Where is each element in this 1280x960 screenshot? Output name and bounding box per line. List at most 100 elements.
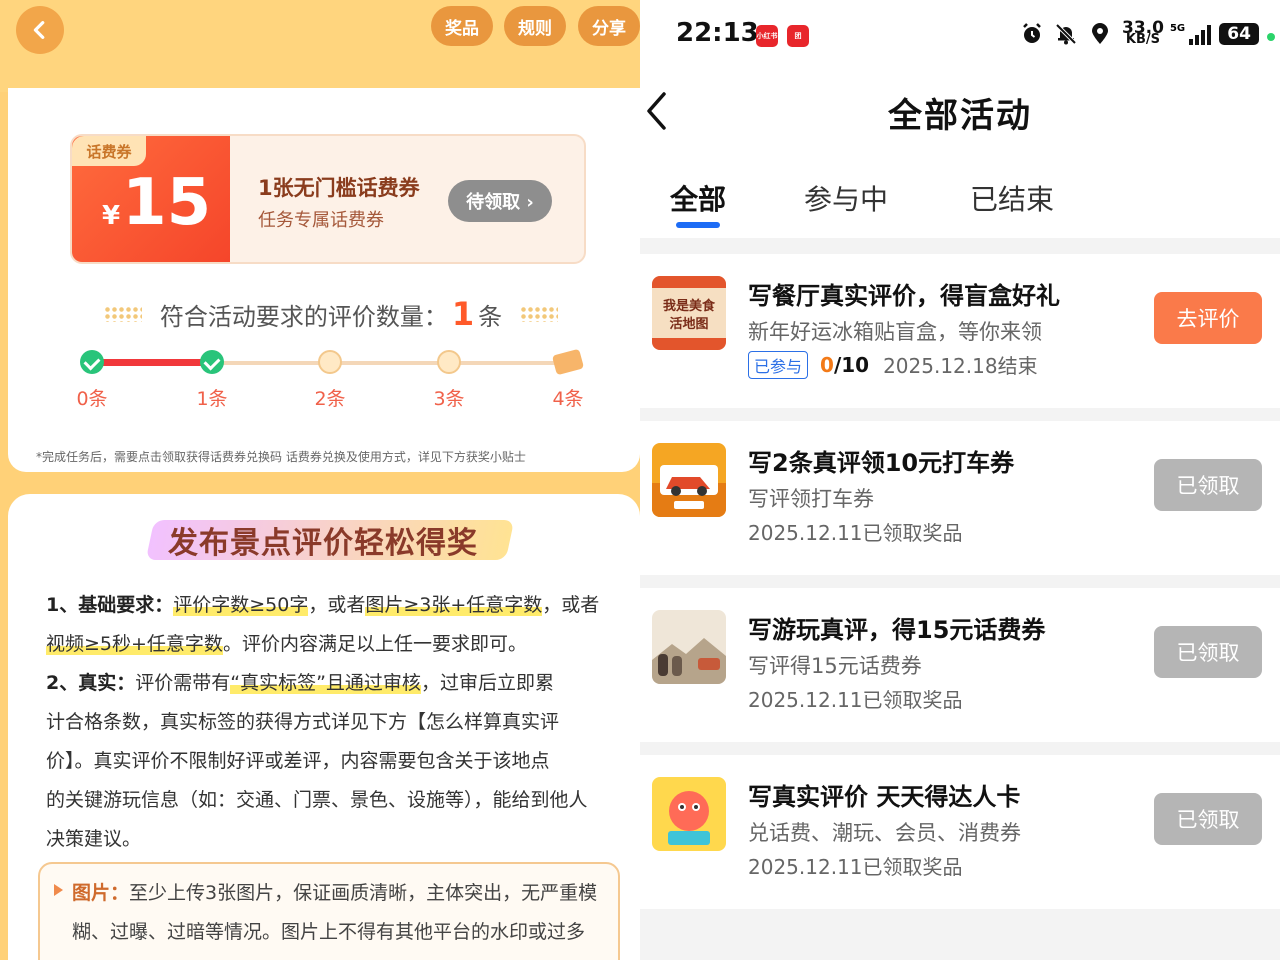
claim-coupon-button[interactable]: 待领取 › <box>448 180 552 222</box>
svg-text:我是美食: 我是美食 <box>663 298 716 314</box>
taxi-car-image <box>652 443 726 517</box>
activity-meta: 2025.12.11已领取奖品 <box>748 851 963 880</box>
coupon-tag: 话费券 <box>72 136 146 166</box>
rules-text: 1、基础要求：评价字数≥50字，或者图片≥3张+任意字数，或者 视频≥5秒+任意… <box>46 586 610 859</box>
coupon-amount: ¥ 15 <box>102 168 211 238</box>
activity-date: 2025.12.11已领取奖品 <box>748 521 963 545</box>
progress-node-0 <box>80 350 104 374</box>
battery-icon: 64 <box>1219 23 1260 45</box>
claimed-button[interactable]: 已领取 <box>1154 793 1262 845</box>
tip-line-1-text: 至少上传3张图片，保证画质清晰，主体突出，无严重模 <box>129 882 598 904</box>
status-bar: 22:13 小红书 团 33.0 KB/S 5G 64 <box>640 0 1280 72</box>
back-button[interactable] <box>16 6 64 54</box>
currency-symbol: ¥ <box>102 201 121 231</box>
progress-label-1: 1条 <box>196 388 228 410</box>
svg-text:活地图: 活地图 <box>669 316 708 332</box>
activity-title: 写餐厅真实评价，得盲盒好礼 <box>748 282 1060 310</box>
progress-label-0: 0条 <box>76 388 108 410</box>
review-count-value: 1 <box>451 295 475 333</box>
decor-dots-right <box>520 306 559 322</box>
rule-2-line-4: 的关键游玩信息（如：交通、门票、景色、设施等），能给到他人 <box>46 789 588 811</box>
tip-label: 图片： <box>72 882 130 904</box>
review-count-prefix: 符合活动要求的评价数量： <box>159 303 448 331</box>
activity-date: 2025.12.11已领取奖品 <box>748 688 963 712</box>
activity-subtitle: 新年好运冰箱贴盲盒，等你来领 <box>748 320 1042 344</box>
tab-ended[interactable]: 已结束 <box>970 178 1054 218</box>
rules-headline: 发布景点评价轻松得奖 <box>168 526 478 561</box>
tuan-notification-icon: 团 <box>787 25 809 47</box>
tab-participating[interactable]: 参与中 <box>804 178 888 218</box>
progress-node-3 <box>437 350 461 374</box>
claimed-button[interactable]: 已领取 <box>1154 459 1262 511</box>
rule-1-line-2: 视频≥5秒+任意字数。评价内容满足以上任一要求即可。 <box>46 625 610 664</box>
rules-button[interactable]: 规则 <box>504 6 566 46</box>
footnote: *完成任务后，需要点击领取获得话费券兑换码 话费券兑换及使用方式，详见下方获奖小… <box>36 450 526 464</box>
rule-1-req-video: 视频≥5秒+任意字数 <box>46 633 223 655</box>
activity-tabs: 全部 参与中 已结束 <box>640 152 1280 238</box>
activity-card[interactable]: 我是美食 活地图 写餐厅真实评价，得盲盒好礼 新年好运冰箱贴盲盒，等你来领 已参… <box>640 254 1280 408</box>
network-speed-unit: KB/S <box>1125 32 1161 47</box>
network-type: 5G <box>1169 23 1186 34</box>
activity-meta: 2025.12.11已领取奖品 <box>748 517 963 546</box>
nav-bar: 全部活动 <box>640 72 1280 152</box>
mascot-card-image <box>652 777 726 851</box>
rule-2-line-2: 计合格条数，真实标签的获得方式详见下方【怎么样算真实评 <box>46 711 560 733</box>
coupon-subtitle: 任务专属话费券 <box>258 210 384 231</box>
activity-date: 2025.12.11已领取奖品 <box>748 855 963 879</box>
activity-meta: 已参与 0/10 2025.12.18结束 <box>748 350 1038 379</box>
tab-all[interactable]: 全部 <box>670 178 726 218</box>
top-bar: 奖品 规则 分享 <box>0 0 640 92</box>
activity-subtitle: 写评领打车券 <box>748 487 874 511</box>
activity-thumbnail <box>652 610 726 684</box>
image-tip-box: 图片：至少上传3张图片，保证画质清晰，主体突出，无严重模 糊、过曝、过暗等情况。… <box>38 862 620 960</box>
decor-dots-left <box>103 306 142 322</box>
triangle-bullet-icon <box>54 884 63 896</box>
active-tab-indicator <box>676 222 720 228</box>
activity-card[interactable]: 写真实评价 天天得达人卡 兑话费、潮玩、会员、消费券 2025.12.11已领取… <box>640 755 1280 909</box>
activity-detail-panel: 奖品 规则 分享 话费券 ¥ 15 1张无门槛话费券 任务专属话费券 待领取 ›… <box>0 0 640 960</box>
page-title: 全部活动 <box>888 96 1032 136</box>
alarm-icon <box>1023 23 1041 43</box>
activity-card[interactable]: 写2条真评领10元打车券 写评领打车券 2025.12.11已领取奖品 已领取 <box>640 421 1280 575</box>
progress-done: 0 <box>820 352 834 377</box>
tip-line-2: 糊、过曝、过暗等情况。图片上不得有其他平台的水印或过多 <box>72 921 586 943</box>
bell-muted-icon <box>1055 23 1077 45</box>
rule-1-req-words: 评价字数≥50字 <box>173 594 309 616</box>
travel-photo-image <box>652 610 726 684</box>
joined-badge: 已参与 <box>748 350 809 379</box>
progress-total: /10 <box>833 352 870 377</box>
signal-icon: 5G <box>1169 23 1212 45</box>
coupon-value-block: 话费券 ¥ 15 <box>72 136 230 262</box>
coupon-amount-value: 15 <box>122 166 212 240</box>
prizes-button[interactable]: 奖品 <box>431 6 493 46</box>
activity-thumbnail <box>652 443 726 517</box>
progress-node-1 <box>200 350 224 374</box>
progress-fill <box>92 359 212 366</box>
chevron-left-icon <box>33 21 45 39</box>
progress-label-4: 4条 <box>552 388 584 410</box>
rule-1-line-1: 1、基础要求：评价字数≥50字，或者图片≥3张+任意字数，或者 <box>46 586 610 625</box>
activity-thumbnail: 我是美食 活地图 <box>652 276 726 350</box>
activity-subtitle: 兑话费、潮玩、会员、消费券 <box>748 821 1021 845</box>
screenshot-stage: 奖品 规则 分享 话费券 ¥ 15 1张无门槛话费券 任务专属话费券 待领取 ›… <box>0 0 1280 960</box>
activity-card[interactable]: 写游玩真评，得15元话费券 写评得15元话费券 2025.12.11已领取奖品 … <box>640 588 1280 742</box>
review-count-unit: 条 <box>478 303 503 331</box>
gift-icon <box>551 348 585 376</box>
rule-1-or-2: ，或者 <box>542 594 600 616</box>
location-icon <box>1092 23 1108 44</box>
image-tip-text: 图片：至少上传3张图片，保证画质清晰，主体突出，无严重模 糊、过曝、过暗等情况。… <box>72 874 612 952</box>
progress-label-3: 3条 <box>433 388 465 410</box>
phone-credit-coupon: 话费券 ¥ 15 1张无门槛话费券 任务专属话费券 待领取 › <box>70 134 586 264</box>
review-progress: 0条 1条 2条 3条 4条 <box>72 348 592 410</box>
write-review-button[interactable]: 去评价 <box>1154 292 1262 344</box>
xiaohongshu-notification-icon: 小红书 <box>756 25 778 47</box>
rule-2-line-3: 价】。真实评价不限制好评或差评，内容需要包含关于该地点 <box>46 750 550 772</box>
claimed-button[interactable]: 已领取 <box>1154 626 1262 678</box>
tip-line-1: 图片：至少上传3张图片，保证画质清晰，主体突出，无严重模 <box>72 874 612 913</box>
activity-title: 写游玩真评，得15元话费券 <box>748 616 1046 644</box>
clock: 22:13 <box>676 18 759 48</box>
rule-1-or-1: ，或者 <box>308 594 366 616</box>
activity-meta: 2025.12.11已领取奖品 <box>748 684 963 713</box>
share-button[interactable]: 分享 <box>578 6 640 46</box>
rule-1-tail: 。评价内容满足以上任一要求即可。 <box>222 633 527 655</box>
